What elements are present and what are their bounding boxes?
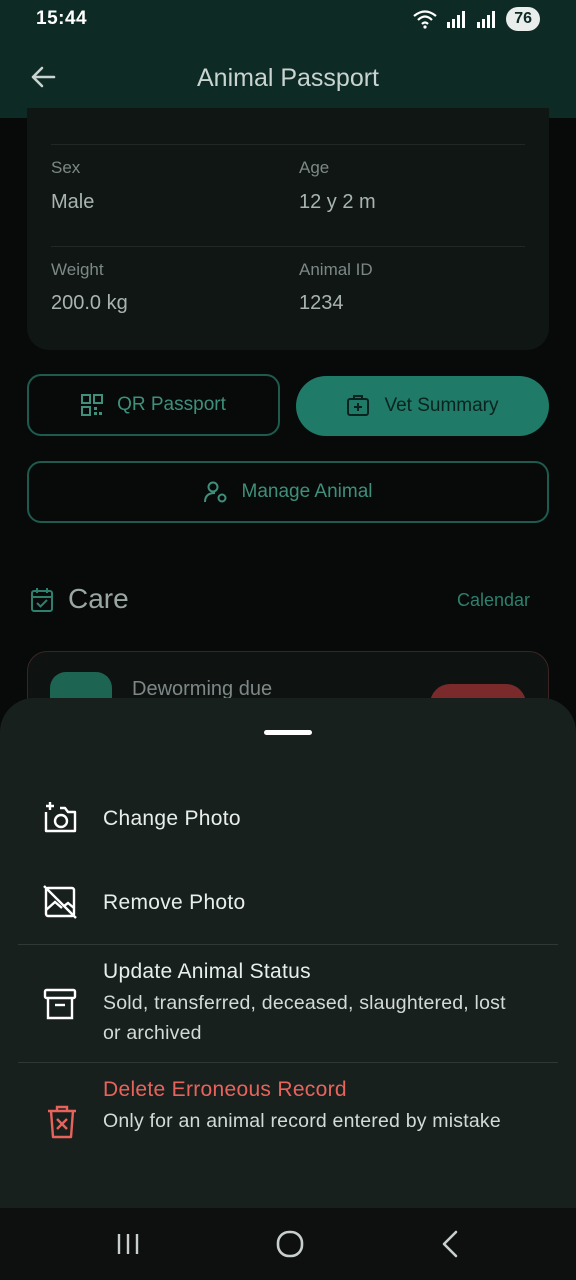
manage-user-icon xyxy=(203,481,227,503)
recent-apps-icon[interactable] xyxy=(110,1228,146,1260)
delete-record-description: Only for an animal record entered by mis… xyxy=(103,1110,501,1132)
calendar-check-icon xyxy=(31,588,53,612)
bottom-sheet: Change Photo Remove Photo Update Animal … xyxy=(0,698,576,1208)
wifi-icon xyxy=(413,10,437,29)
qr-passport-button[interactable]: QR Passport xyxy=(27,374,280,436)
status-icons: 76 xyxy=(412,7,540,31)
archive-icon xyxy=(43,988,77,1020)
divider xyxy=(18,944,558,945)
change-photo-label: Change Photo xyxy=(103,807,241,830)
qr-passport-label: QR Passport xyxy=(117,394,226,415)
animal-info-card: Sex Male Age 12 y 2 m Weight 200.0 kg An… xyxy=(27,108,549,350)
remove-photo-label: Remove Photo xyxy=(103,891,246,914)
care-section-header: Care Calendar xyxy=(28,581,548,621)
sex-label: Sex xyxy=(51,158,81,177)
back-icon[interactable] xyxy=(434,1228,470,1260)
weight-value: 200.0 kg xyxy=(51,292,128,314)
animal-id-value: 1234 xyxy=(299,292,344,314)
age-label: Age xyxy=(299,158,330,177)
status-bar: 15:44 76 xyxy=(0,0,576,38)
age-value: 12 y 2 m xyxy=(299,191,376,213)
divider xyxy=(51,246,525,247)
camera-plus-icon xyxy=(44,802,77,833)
sex-value: Male xyxy=(51,191,95,213)
vet-summary-label: Vet Summary xyxy=(384,395,499,416)
weight-label: Weight xyxy=(51,260,104,279)
home-icon[interactable] xyxy=(272,1228,308,1260)
vet-summary-button[interactable]: Vet Summary xyxy=(296,376,549,436)
page-title: Animal Passport xyxy=(196,63,380,92)
app-bar: Animal Passport xyxy=(0,38,576,118)
manage-animal-label: Manage Animal xyxy=(241,481,373,502)
no-image-icon xyxy=(43,885,77,919)
back-arrow-icon[interactable] xyxy=(28,62,58,92)
update-status-option[interactable]: Update Animal Status Sold, transferred, … xyxy=(0,948,576,1060)
divider xyxy=(18,1062,558,1063)
battery-indicator: 76 xyxy=(506,7,540,31)
update-status-title: Update Animal Status xyxy=(103,960,311,983)
divider xyxy=(51,144,525,145)
remove-photo-option[interactable]: Remove Photo xyxy=(0,866,576,938)
calendar-link[interactable]: Calendar xyxy=(457,590,530,611)
update-status-description: Sold, transferred, deceased, slaughtered… xyxy=(103,992,506,1044)
care-title: Care xyxy=(68,583,129,614)
vet-icon xyxy=(347,395,370,416)
animal-id-label: Animal ID xyxy=(299,260,373,279)
delete-record-option[interactable]: Delete Erroneous Record Only for an anim… xyxy=(0,1066,576,1178)
qr-code-icon xyxy=(81,394,104,416)
manage-animal-button[interactable]: Manage Animal xyxy=(27,461,549,523)
change-photo-option[interactable]: Change Photo xyxy=(0,782,576,854)
signal-icon xyxy=(477,11,496,28)
drag-handle[interactable] xyxy=(264,730,312,735)
delete-record-title: Delete Erroneous Record xyxy=(103,1078,347,1101)
delete-icon xyxy=(48,1105,76,1139)
signal-icon xyxy=(447,11,466,28)
system-nav-bar xyxy=(0,1208,576,1280)
status-time: 15:44 xyxy=(36,8,88,29)
